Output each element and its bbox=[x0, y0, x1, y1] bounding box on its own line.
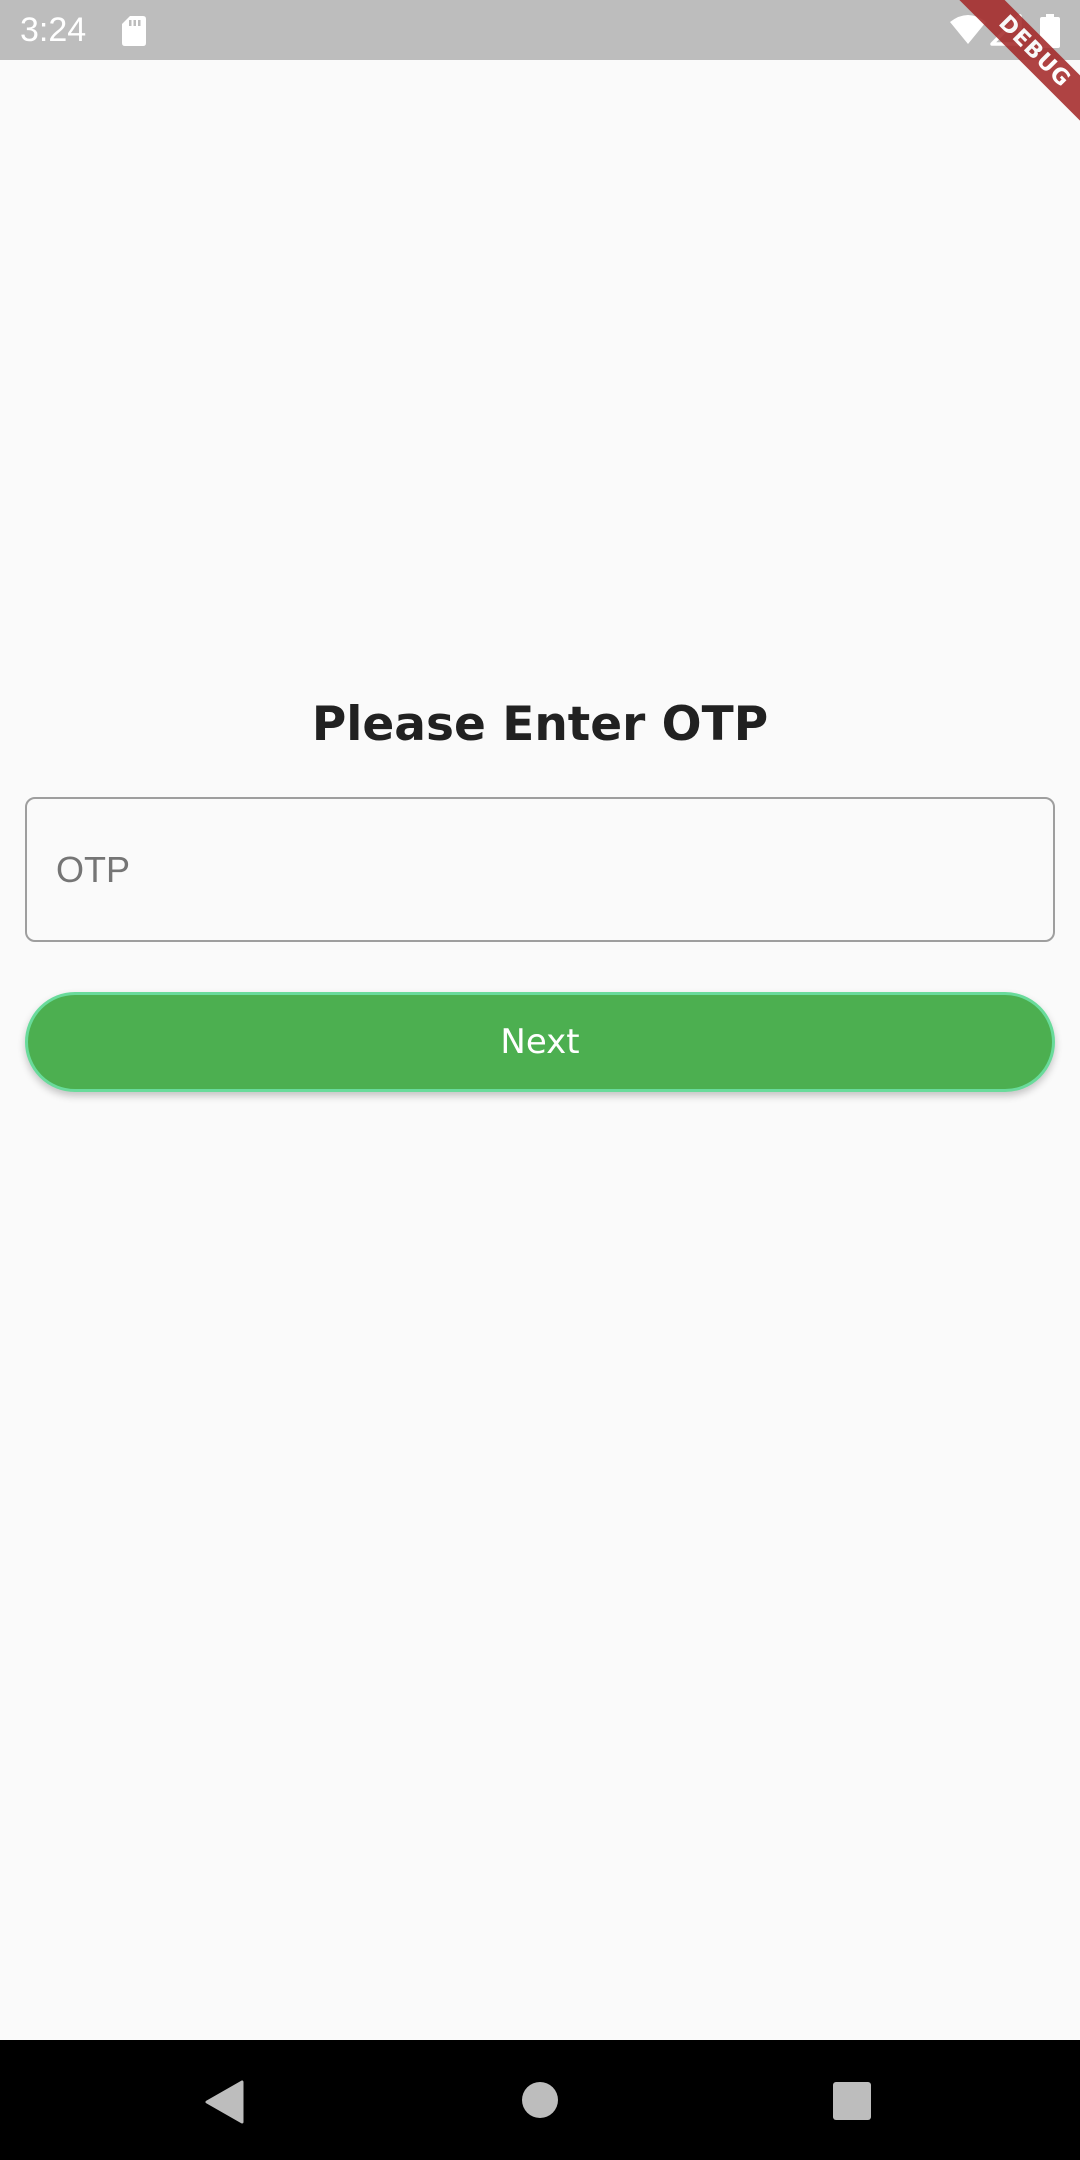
next-button[interactable]: Next bbox=[25, 992, 1055, 1092]
recents-icon[interactable] bbox=[833, 2082, 871, 2120]
otp-input[interactable] bbox=[27, 799, 1053, 940]
home-icon[interactable] bbox=[522, 2082, 558, 2118]
page-title: Please Enter OTP bbox=[311, 697, 769, 752]
otp-field[interactable] bbox=[25, 797, 1055, 942]
status-bar: 3:24 bbox=[0, 0, 1080, 60]
status-time: 3:24 bbox=[20, 11, 87, 49]
sd-card-icon bbox=[122, 16, 146, 46]
back-icon[interactable] bbox=[204, 2080, 244, 2124]
screen: 3:24 DEBUG Please Enter OTP Next bbox=[0, 0, 1080, 2160]
